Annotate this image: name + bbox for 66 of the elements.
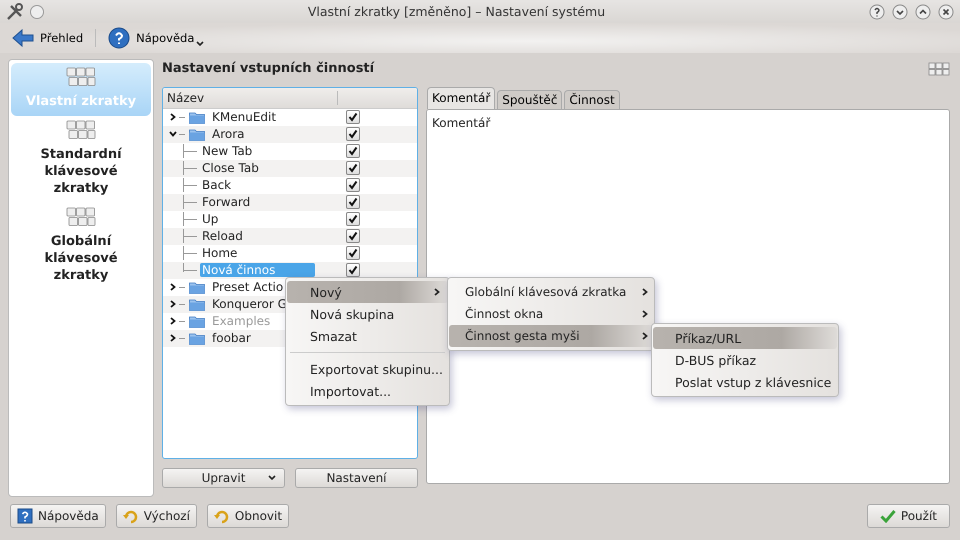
- keyboard-icon: [66, 120, 96, 140]
- minimize-icon[interactable]: [892, 4, 908, 20]
- tree-item[interactable]: foobar: [210, 331, 253, 346]
- tree-item[interactable]: Arora: [210, 127, 247, 142]
- sidebar-item[interactable]: Globální klávesové zkratky: [11, 202, 151, 290]
- menu-item[interactable]: Poslat vstup z klávesnice: [653, 371, 837, 393]
- maximize-icon[interactable]: [915, 4, 931, 20]
- reset-button[interactable]: Výchozí: [116, 504, 197, 528]
- checkbox[interactable]: [346, 178, 360, 192]
- help-icon: [108, 27, 130, 50]
- checkbox[interactable]: [346, 110, 360, 124]
- tree-item[interactable]: Forward: [200, 195, 252, 210]
- tree-item[interactable]: Up: [200, 212, 220, 226]
- menu-item[interactable]: Činnost okna: [449, 303, 653, 325]
- checkbox[interactable]: [346, 229, 360, 244]
- checkbox[interactable]: [346, 212, 360, 226]
- tools-icon[interactable]: [6, 2, 24, 21]
- menu-item[interactable]: Nový: [287, 281, 448, 303]
- caret-icon: [268, 474, 276, 481]
- checkbox[interactable]: [346, 263, 360, 278]
- section-heading: Nastavení vstupních činností: [162, 61, 374, 76]
- tree-item[interactable]: New Tab: [200, 144, 254, 158]
- folder-icon: [189, 128, 205, 141]
- tree-item[interactable]: Preset Actio: [210, 280, 286, 294]
- folder-icon: [189, 280, 205, 294]
- window-title: Vlastní zkratky [změněno] – Nastavení systému: [306, 4, 606, 20]
- folder-icon: [189, 314, 205, 328]
- folder-icon: [189, 110, 205, 124]
- undo-arrow-icon: [214, 508, 230, 524]
- folder-icon: [189, 298, 205, 311]
- caret-icon: [196, 41, 204, 48]
- tab[interactable]: Spouštěč: [497, 90, 562, 109]
- tree-item[interactable]: Back: [200, 178, 234, 192]
- edit-dropdown-button[interactable]: Upravit: [162, 468, 285, 488]
- tree-item[interactable]: Home: [200, 246, 240, 260]
- reset-button[interactable]: Obnovit: [206, 504, 290, 528]
- checkbox[interactable]: [346, 246, 360, 260]
- close-icon[interactable]: [938, 4, 954, 20]
- tree-item[interactable]: Close Tab: [200, 161, 261, 176]
- menu-item[interactable]: D-BUS příkaz: [653, 349, 837, 371]
- menu-item[interactable]: Globální klávesová zkratka: [449, 281, 653, 303]
- tree-item[interactable]: Reload: [200, 229, 245, 244]
- menu-item[interactable]: Příkaz/URL: [653, 327, 837, 349]
- tree-item[interactable]: KMenuEdit: [210, 110, 278, 124]
- checkmark-icon: [880, 509, 896, 524]
- help-button[interactable]: Nápověda: [10, 504, 106, 528]
- checkbox[interactable]: [346, 127, 360, 142]
- checkbox[interactable]: [346, 144, 360, 158]
- tab[interactable]: Komentář: [427, 86, 496, 109]
- checkbox[interactable]: [346, 195, 360, 210]
- sidebar-item[interactable]: Standardní klávesové zkratky: [11, 116, 151, 203]
- help-button[interactable]: Nápověda: [104, 27, 208, 50]
- back-arrow-icon: [12, 28, 34, 48]
- folder-icon: [189, 332, 205, 345]
- settings-button[interactable]: Nastavení: [295, 468, 418, 488]
- help-icon: [17, 508, 33, 524]
- apply-button[interactable]: Použít: [866, 504, 950, 528]
- back-button[interactable]: Přehled: [8, 28, 88, 48]
- keyboard-icon[interactable]: [928, 62, 950, 76]
- undo-arrow-icon: [122, 508, 139, 524]
- keyboard-icon: [66, 206, 96, 227]
- menu-item[interactable]: Činnost gesta myši: [449, 325, 653, 347]
- help-icon[interactable]: [869, 4, 885, 20]
- checkbox[interactable]: [346, 161, 360, 176]
- tab[interactable]: Činnost: [564, 90, 620, 109]
- keyboard-icon: [66, 66, 96, 87]
